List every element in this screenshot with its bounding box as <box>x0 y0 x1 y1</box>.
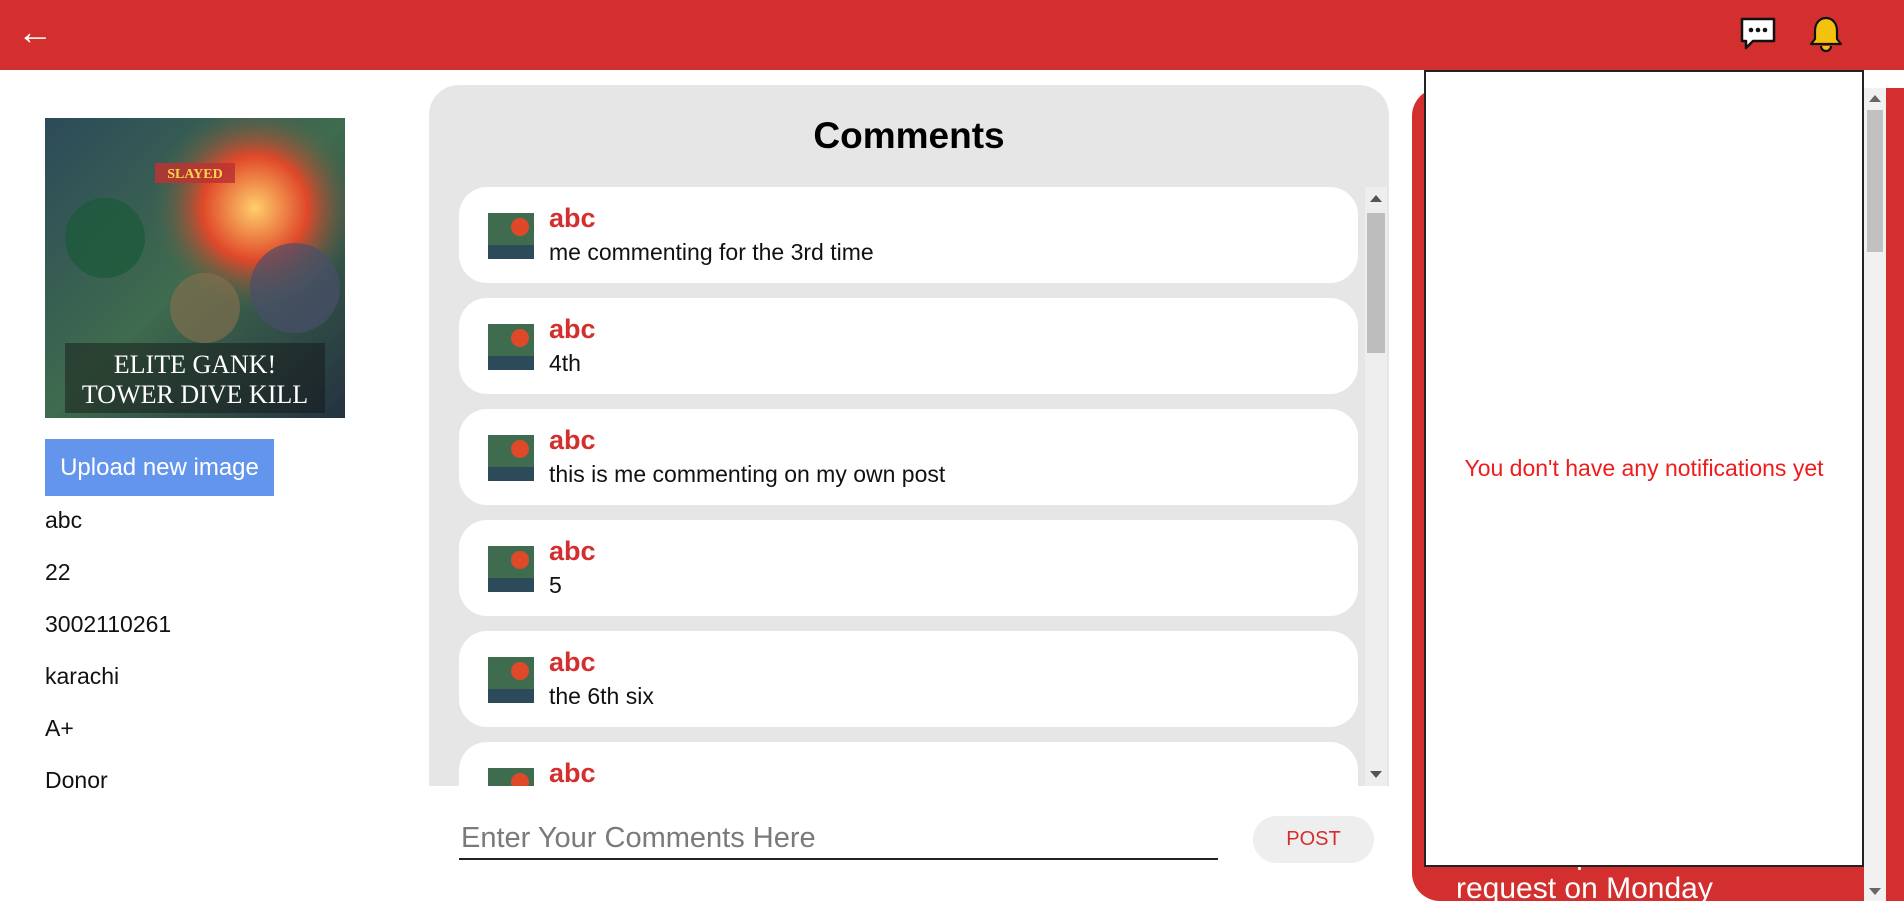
comment-card: abc 4th <box>459 298 1358 394</box>
bell-icon[interactable] <box>1806 14 1846 54</box>
profile-age: 22 <box>45 559 71 585</box>
profile-image: SLAYED ELITE GANK! TOWER DIVE KILL <box>45 118 345 418</box>
commenter-name: abc <box>549 536 596 566</box>
upload-image-button[interactable]: Upload new image <box>45 439 274 496</box>
scroll-down-arrow-icon[interactable] <box>1370 771 1382 778</box>
top-app-bar: ← <box>0 0 1904 70</box>
comment-card: abc me commenting for the 3rd time <box>459 187 1358 283</box>
comment-text: me commenting for the 3rd time <box>549 239 874 265</box>
image-caption-line1: ELITE GANK! <box>114 350 276 379</box>
comment-input[interactable] <box>459 818 1218 860</box>
comment-text: 4th <box>549 350 581 376</box>
page-scrollbar[interactable] <box>1864 88 1886 901</box>
comments-title: Comments <box>813 115 1005 156</box>
comment-card: abc the 6th six <box>459 631 1358 727</box>
image-banner-text: SLAYED <box>167 167 223 182</box>
comment-card: abc <box>459 742 1358 786</box>
comment-card: abc 5 <box>459 520 1358 616</box>
image-caption-line2: TOWER DIVE KILL <box>82 380 308 409</box>
comment-text: 5 <box>549 572 562 598</box>
comment-card: abc this is me commenting on my own post <box>459 409 1358 505</box>
chat-bubble-icon[interactable] <box>1738 14 1778 54</box>
scrollbar-thumb[interactable] <box>1367 213 1385 353</box>
commenter-avatar <box>488 546 534 592</box>
commenter-avatar <box>488 435 534 481</box>
commenter-name: abc <box>549 758 596 786</box>
comments-panel: Comments abc me commenting for the 3rd t… <box>429 85 1389 786</box>
profile-role: Donor <box>45 767 108 793</box>
profile-name: abc <box>45 507 83 533</box>
profile-phone: 3002110261 <box>45 611 172 637</box>
commenter-avatar <box>488 768 534 786</box>
comment-text: this is me commenting on my own post <box>549 461 946 487</box>
notifications-dropdown: You don't have any notifications yet <box>1424 70 1864 867</box>
profile-blood-group: A+ <box>45 715 74 741</box>
commenter-name: abc <box>549 425 596 455</box>
commenter-avatar <box>488 657 534 703</box>
scroll-down-arrow-icon[interactable] <box>1869 888 1881 895</box>
commenter-name: abc <box>549 203 596 233</box>
comments-list[interactable]: abc me commenting for the 3rd time abc 4… <box>459 187 1365 786</box>
notifications-empty-message: You don't have any notifications yet <box>1464 455 1824 481</box>
commenter-name: abc <box>549 314 596 344</box>
profile-city: karachi <box>45 663 120 689</box>
comment-text: the 6th six <box>549 683 654 709</box>
back-arrow-icon[interactable]: ← <box>12 10 58 54</box>
commenter-avatar <box>488 324 534 370</box>
scrollbar-thumb[interactable] <box>1867 110 1883 252</box>
scroll-up-arrow-icon[interactable] <box>1869 95 1881 102</box>
post-button[interactable]: POST <box>1253 816 1374 863</box>
scroll-up-arrow-icon[interactable] <box>1370 195 1382 202</box>
comments-scrollbar[interactable] <box>1365 187 1387 786</box>
commenter-avatar <box>488 213 534 259</box>
commenter-name: abc <box>549 647 596 677</box>
